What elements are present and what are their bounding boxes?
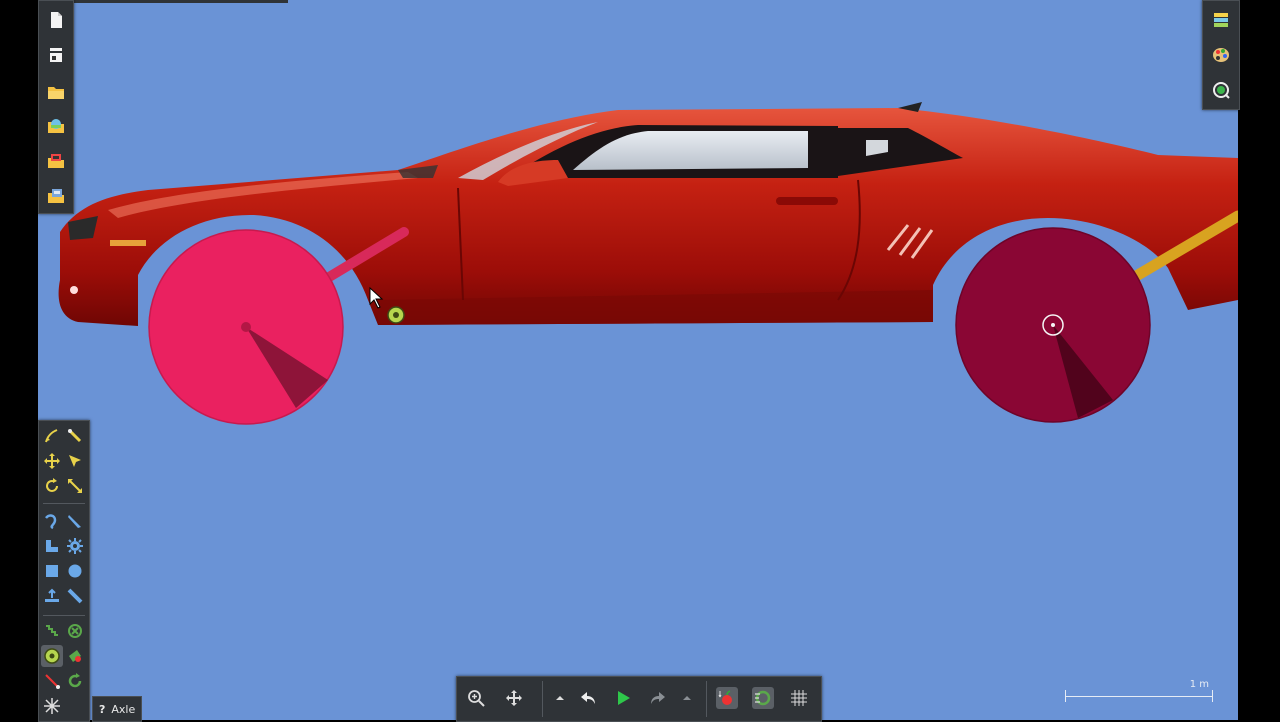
tools-separator bbox=[43, 615, 85, 616]
brush-icon[interactable] bbox=[64, 425, 86, 447]
current-tool-help[interactable]: ? Axle bbox=[92, 696, 142, 722]
axle-icon[interactable] bbox=[41, 645, 63, 667]
scale-icon[interactable] bbox=[64, 475, 86, 497]
polygon-icon[interactable] bbox=[41, 535, 63, 557]
zoom-icon[interactable] bbox=[465, 687, 487, 709]
open-photo-icon[interactable] bbox=[45, 150, 67, 172]
knife-icon[interactable] bbox=[64, 510, 86, 532]
tools-toolbar bbox=[38, 420, 90, 722]
grid-icon[interactable] bbox=[788, 687, 810, 709]
scene-svg bbox=[58, 102, 1238, 425]
air-friction-icon[interactable] bbox=[752, 687, 774, 709]
zoom-to-selection-icon[interactable] bbox=[1210, 79, 1232, 101]
open-scene-icon[interactable] bbox=[45, 115, 67, 137]
plane-icon[interactable] bbox=[41, 585, 63, 607]
step-up-icon[interactable] bbox=[549, 687, 571, 709]
play-icon[interactable] bbox=[612, 687, 634, 709]
gear-icon[interactable] bbox=[64, 535, 86, 557]
tracer-icon[interactable] bbox=[41, 670, 63, 692]
front-wheel[interactable] bbox=[148, 229, 344, 425]
box-icon[interactable] bbox=[41, 560, 63, 582]
gravity-icon[interactable] bbox=[716, 687, 738, 709]
spring-icon[interactable] bbox=[64, 670, 86, 692]
palette-icon[interactable] bbox=[1210, 44, 1232, 66]
sim-separator bbox=[542, 681, 543, 717]
rope-icon[interactable] bbox=[41, 510, 63, 532]
chain-icon[interactable] bbox=[41, 620, 63, 642]
current-tool-label: Axle bbox=[111, 702, 136, 716]
scale-bar: 1 m bbox=[1065, 679, 1213, 702]
undo-icon[interactable] bbox=[577, 687, 599, 709]
rear-wheel[interactable] bbox=[955, 227, 1151, 423]
ray-icon[interactable] bbox=[64, 585, 86, 607]
move-icon[interactable] bbox=[41, 450, 63, 472]
laser-icon[interactable] bbox=[41, 695, 63, 717]
open-folder-icon[interactable] bbox=[45, 81, 67, 103]
tools-separator bbox=[43, 503, 85, 504]
rotate-icon[interactable] bbox=[41, 475, 63, 497]
front-axle-pin[interactable] bbox=[241, 322, 251, 332]
circle-icon[interactable] bbox=[64, 560, 86, 582]
drag-icon[interactable] bbox=[64, 450, 86, 472]
properties-icon[interactable] bbox=[45, 44, 67, 66]
sketch-icon[interactable] bbox=[41, 425, 63, 447]
right-letterbox bbox=[1238, 0, 1280, 720]
file-toolbar-top-strip bbox=[72, 0, 288, 3]
new-scene-icon[interactable] bbox=[45, 9, 67, 31]
fixate-icon[interactable] bbox=[64, 620, 86, 642]
sim-separator bbox=[706, 681, 707, 717]
redo-icon[interactable] bbox=[647, 687, 669, 709]
layers-icon[interactable] bbox=[1210, 9, 1232, 31]
simulation-canvas[interactable] bbox=[38, 0, 1238, 720]
simulation-toolbar bbox=[456, 676, 822, 722]
pan-icon[interactable] bbox=[503, 687, 525, 709]
step-down-icon[interactable] bbox=[676, 687, 698, 709]
thruster-icon[interactable] bbox=[64, 645, 86, 667]
save-scene-icon[interactable] bbox=[45, 185, 67, 207]
file-toolbar bbox=[38, 0, 74, 214]
help-icon: ? bbox=[99, 702, 106, 716]
left-letterbox bbox=[0, 0, 38, 720]
view-toolbar bbox=[1202, 0, 1240, 110]
scale-label: 1 m bbox=[1189, 679, 1209, 690]
